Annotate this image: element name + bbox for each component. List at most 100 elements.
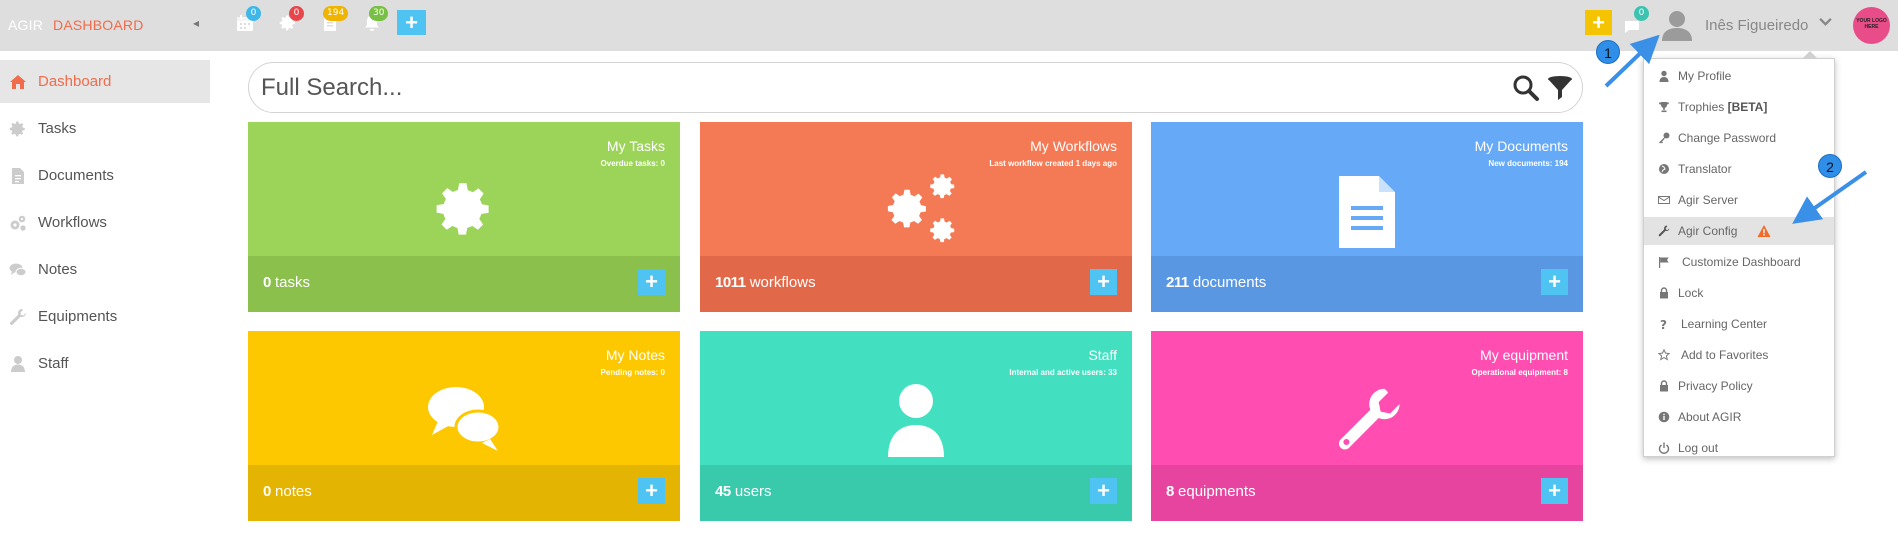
question-icon: ? [1658, 318, 1670, 330]
sidebar-item-label: Equipments [38, 308, 118, 325]
menu-item-add-to-favorites[interactable]: Add to Favorites [1644, 341, 1834, 369]
menu-item-customize-dashboard[interactable]: Customize Dashboard [1644, 248, 1834, 276]
menu-item-trophies[interactable]: Trophies [BETA] [1644, 93, 1834, 121]
add-document-button[interactable]: + [1541, 269, 1568, 295]
globe-icon [1658, 163, 1670, 175]
trophy-icon [1658, 101, 1670, 113]
menu-item-label: Agir Server [1678, 193, 1739, 207]
menu-item-label: Trophies [BETA] [1678, 100, 1767, 114]
quick-add-button[interactable]: + [397, 10, 426, 35]
notifications-badge: 30 [369, 6, 389, 21]
card-footer: 45 users + [700, 465, 1132, 521]
card-subtitle: Overdue tasks: 0 [600, 159, 665, 168]
card-count-value: 8 [1166, 483, 1174, 500]
card-title: My equipment [1480, 347, 1568, 363]
sidebar: Dashboard Tasks Documents Workflows Note… [0, 51, 210, 542]
lock-icon [1658, 287, 1670, 299]
sidebar-item-dashboard[interactable]: Dashboard [0, 60, 210, 103]
gear-icon [414, 170, 514, 250]
menu-item-about-agir[interactable]: About AGIR [1644, 403, 1834, 431]
filter-icon[interactable] [1546, 74, 1574, 102]
card-footer: 211 documents + [1151, 256, 1583, 312]
sidebar-item-staff[interactable]: Staff [0, 342, 210, 385]
card-count-value: 211 [1166, 274, 1189, 291]
add-workflow-button[interactable]: + [1090, 269, 1117, 295]
svg-text:?: ? [1660, 318, 1667, 330]
sidebar-item-notes[interactable]: Notes [0, 248, 210, 291]
add-favorite-button[interactable]: + [1585, 10, 1612, 35]
card-header: My Tasks Overdue tasks: 0 [248, 122, 680, 256]
sidebar-item-equipments[interactable]: Equipments [0, 295, 210, 338]
card-subtitle: Internal and active users: 33 [1009, 368, 1117, 377]
menu-item-lock[interactable]: Lock [1644, 279, 1834, 307]
menu-item-learning-center[interactable]: ? Learning Center [1644, 310, 1834, 338]
server-icon [1658, 194, 1670, 206]
card-subtitle: Operational equipment: 8 [1471, 368, 1568, 377]
card-footer: 1011 workflows + [700, 256, 1132, 312]
brand[interactable]: AGIR DASHBOARD [8, 17, 144, 33]
card-header: Staff Internal and active users: 33 [700, 331, 1132, 465]
menu-item-agir-config[interactable]: Agir Config [1644, 217, 1834, 245]
card-my-equipment[interactable]: My equipment Operational equipment: 8 8 … [1151, 331, 1583, 521]
company-logo[interactable]: YOUR LOGO HERE [1853, 7, 1890, 44]
calendar-badge: 0 [246, 6, 261, 21]
menu-item-log-out[interactable]: Log out [1644, 434, 1834, 462]
menu-item-label: Customize Dashboard [1682, 255, 1801, 269]
add-equipment-button[interactable]: + [1541, 478, 1568, 504]
sidebar-item-workflows[interactable]: Workflows [0, 201, 210, 244]
step-1-marker: 1 [1596, 40, 1620, 64]
sidebar-item-tasks[interactable]: Tasks [0, 107, 210, 150]
card-my-documents[interactable]: My Documents New documents: 194 211 docu… [1151, 122, 1583, 312]
card-header: My Notes Pending notes: 0 [248, 331, 680, 465]
card-count-unit: notes [275, 483, 312, 500]
card-title: Staff [1088, 347, 1117, 363]
search-input[interactable] [261, 73, 1481, 103]
card-subtitle: Pending notes: 0 [600, 368, 665, 377]
user-avatar-icon[interactable] [1660, 9, 1694, 41]
sidebar-item-documents[interactable]: Documents [0, 154, 210, 197]
search-bar [248, 62, 1583, 113]
card-count: 211 documents [1166, 274, 1266, 291]
menu-item-label: Lock [1678, 286, 1704, 300]
gears-icon [866, 170, 966, 250]
wrench-icon [1317, 379, 1417, 459]
add-task-button[interactable]: + [638, 269, 665, 295]
menu-item-agir-server[interactable]: Agir Server [1644, 186, 1834, 214]
user-icon [9, 355, 27, 373]
card-my-notes[interactable]: My Notes Pending notes: 0 0 notes + [248, 331, 680, 521]
menu-item-label: Add to Favorites [1681, 348, 1769, 362]
add-note-button[interactable]: + [638, 478, 665, 504]
star-icon [1658, 349, 1670, 361]
menu-item-label: Agir Config [1678, 224, 1738, 238]
user-menu-chevron-icon[interactable] [1819, 15, 1832, 31]
card-title: My Workflows [1030, 138, 1117, 154]
card-my-workflows[interactable]: My Workflows Last workflow created 1 day… [700, 122, 1132, 312]
sidebar-item-label: Tasks [38, 120, 77, 137]
sidebar-item-label: Workflows [38, 214, 107, 231]
menu-item-my-profile[interactable]: My Profile [1644, 62, 1834, 90]
card-my-tasks[interactable]: My Tasks Overdue tasks: 0 0 tasks + [248, 122, 680, 312]
card-count-value: 0 [263, 483, 271, 500]
menu-item-translator[interactable]: Translator [1644, 155, 1834, 183]
card-count-unit: equipments [1178, 483, 1256, 500]
menu-item-change-password[interactable]: Change Password [1644, 124, 1834, 152]
card-title: My Documents [1474, 138, 1568, 154]
messages-badge: 0 [1634, 6, 1649, 21]
wrench-icon [9, 308, 27, 326]
menu-item-label: My Profile [1678, 69, 1732, 83]
card-count-unit: documents [1192, 274, 1267, 291]
card-staff[interactable]: Staff Internal and active users: 33 45 u… [700, 331, 1132, 521]
card-subtitle: New documents: 194 [1488, 159, 1568, 168]
document-icon [1317, 170, 1417, 250]
card-count: 1011 workflows [715, 274, 816, 291]
menu-item-label: About AGIR [1678, 410, 1742, 424]
menu-item-privacy-policy[interactable]: Privacy Policy [1644, 372, 1834, 400]
user-name[interactable]: Inês Figueiredo [1705, 17, 1808, 34]
add-user-button[interactable]: + [1090, 478, 1117, 504]
card-count-unit: users [734, 483, 772, 500]
documents-badge: 194 [323, 6, 349, 21]
card-count: 45 users [715, 483, 772, 500]
collapse-sidebar-icon[interactable]: ◂ [193, 16, 199, 30]
search-icon[interactable] [1512, 74, 1540, 102]
power-icon [1658, 442, 1670, 454]
